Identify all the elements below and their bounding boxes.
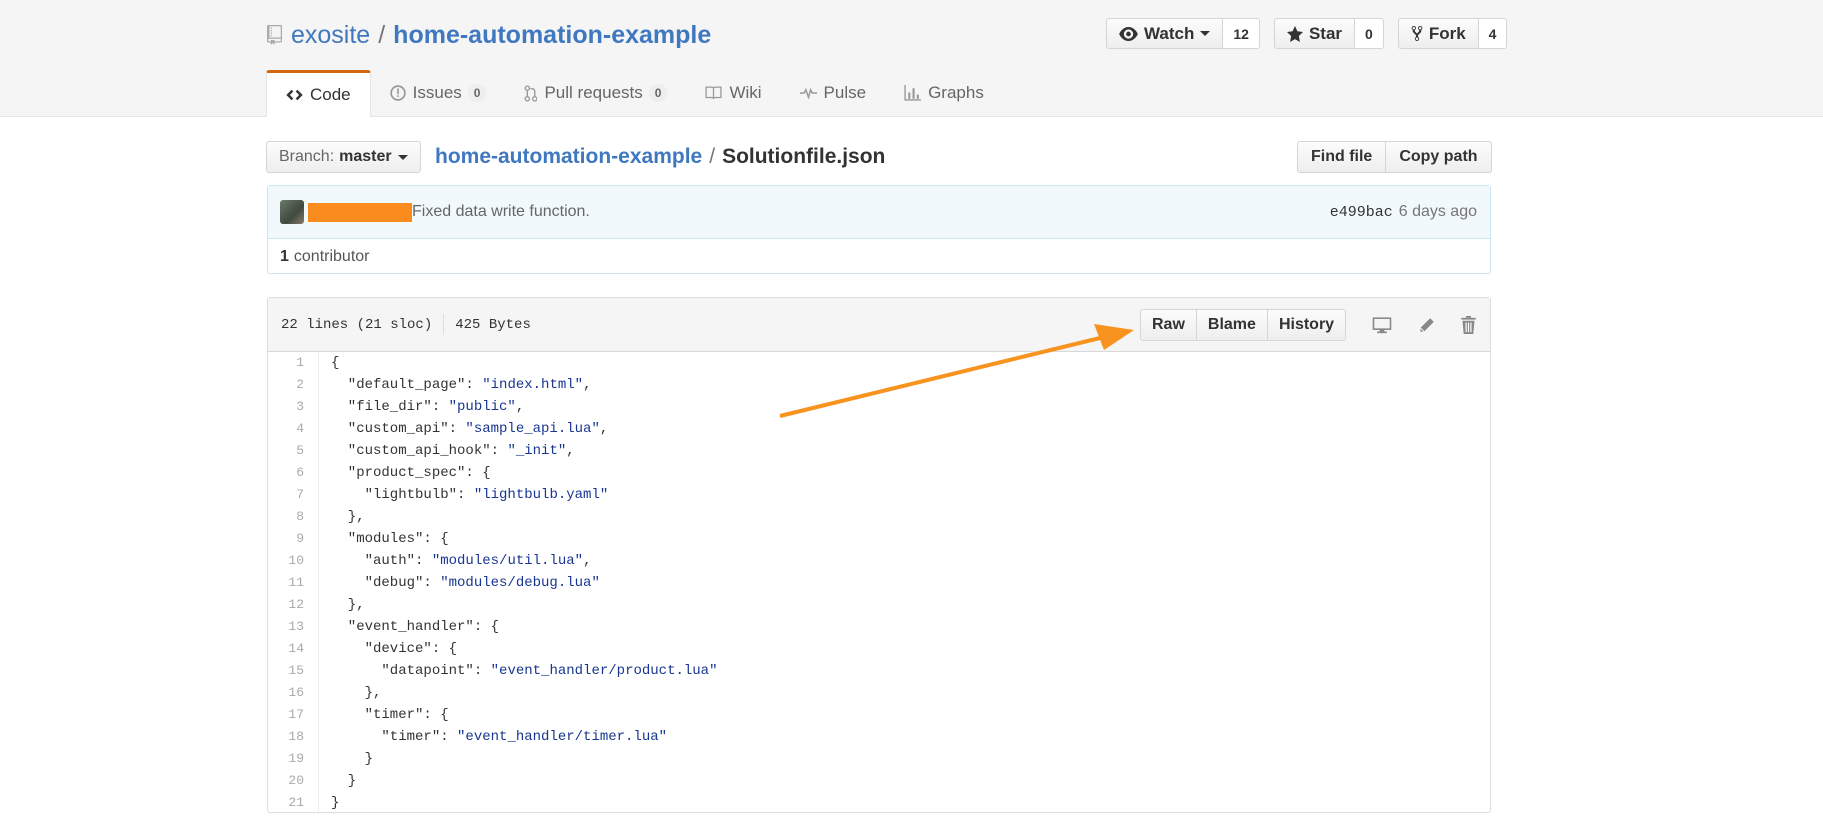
page: exosite / home-automation-example Watch … bbox=[0, 0, 1823, 833]
annotation-arrow bbox=[779, 324, 1134, 418]
